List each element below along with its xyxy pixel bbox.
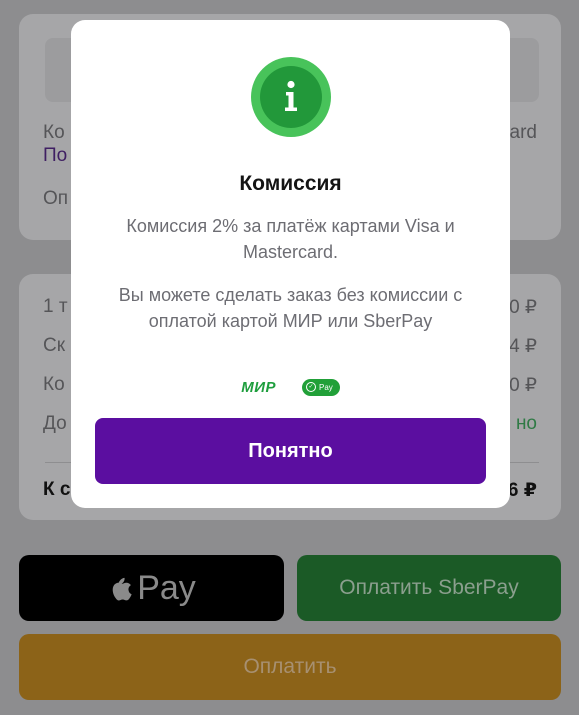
sberpay-button[interactable]: Оплатить SberPay <box>297 555 561 621</box>
payment-method-label: Ко <box>43 122 65 143</box>
mir-logo: МИР <box>241 378 276 396</box>
apple-pay-button[interactable]: Pay <box>19 555 284 621</box>
change-payment-link[interactable]: По <box>43 145 67 167</box>
payment-option-label: Оп <box>43 188 69 209</box>
apple-pay-label: Pay <box>137 568 196 607</box>
no-commission-hint: Вы можете сделать заказ без комиссии с о… <box>118 285 463 331</box>
summary-row-value: но <box>515 413 537 434</box>
summary-total-label: К с <box>43 479 71 500</box>
summary-row-label: 1 т <box>43 296 68 317</box>
summary-row-label: До <box>43 413 67 434</box>
sberpay-logo: ✓ Pay <box>302 378 340 396</box>
commission-description: Комиссия 2% за платёж картами Visa и Mas… <box>126 216 455 262</box>
summary-row-label: Ск <box>43 335 66 356</box>
summary-row-value: 4 ₽ <box>509 336 537 357</box>
understood-button[interactable]: Понятно <box>95 418 486 484</box>
summary-row-value: 0 ₽ <box>509 375 537 396</box>
summary-row-label: Ко <box>43 374 65 395</box>
payment-method-card-type: ard <box>509 122 537 143</box>
sber-check-icon: ✓ <box>306 382 316 392</box>
commission-dialog: Комиссия Комиссия 2% за платёж картами V… <box>71 20 510 508</box>
summary-total-value: 6 ₽ <box>507 480 537 501</box>
summary-row-value: 0 ₽ <box>509 297 537 318</box>
payment-logos: МИР ✓ Pay <box>71 376 510 398</box>
info-icon <box>251 57 331 137</box>
apple-logo-icon <box>107 572 133 604</box>
pay-button[interactable]: Оплатить <box>19 634 561 700</box>
dialog-title: Комиссия <box>239 172 342 195</box>
sberpay-logo-label: Pay <box>319 382 333 392</box>
